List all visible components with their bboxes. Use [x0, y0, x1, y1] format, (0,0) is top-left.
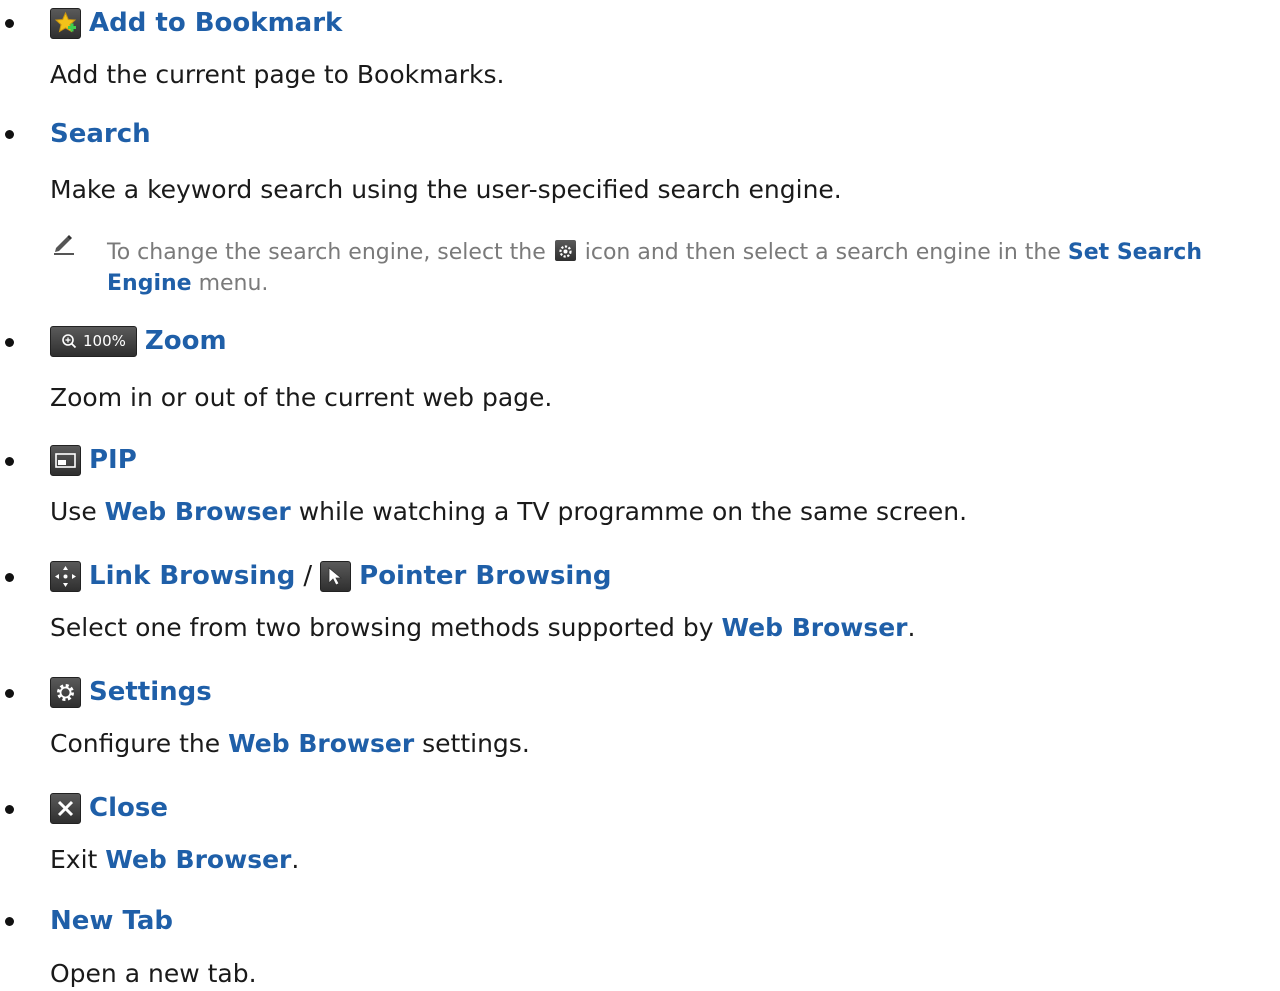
desc-before: Select one from two browsing methods sup… [50, 613, 714, 642]
web-browser-link[interactable]: Web Browser [105, 845, 291, 874]
note-text: To change the search engine, select the … [107, 237, 1277, 299]
item-title[interactable]: Add to Bookmark [89, 5, 342, 41]
item-description: Zoom in or out of the current web page. [50, 383, 553, 412]
pointer-icon[interactable] [320, 560, 352, 592]
bullet [5, 573, 14, 582]
bullet [5, 130, 14, 139]
magnifier-icon [62, 334, 77, 349]
item-description: Open a new tab. [50, 959, 257, 988]
pointer-browsing-title[interactable]: Pointer Browsing [359, 558, 611, 594]
desc-after: while watching a TV programme on the sam… [298, 497, 968, 526]
item-description: Use Web Browser while watching a TV prog… [50, 495, 967, 529]
web-browser-link[interactable]: Web Browser [105, 497, 291, 526]
desc-after: settings. [422, 729, 530, 758]
close-icon[interactable] [50, 792, 81, 824]
desc-before: Use [50, 497, 97, 526]
item-title[interactable]: Search [50, 116, 151, 152]
item-title[interactable]: Settings [89, 674, 212, 710]
note-before: To change the search engine, select the [107, 240, 546, 265]
desc-before: Exit [50, 845, 98, 874]
item-title[interactable]: PIP [89, 442, 137, 478]
bullet [5, 338, 14, 347]
bullet [5, 917, 14, 926]
pip-icon[interactable] [50, 444, 81, 476]
gear-icon[interactable] [50, 676, 81, 708]
desc-before: Configure the [50, 729, 221, 758]
note-end: menu. [198, 271, 269, 296]
web-browser-link[interactable]: Web Browser [228, 729, 414, 758]
bookmark-star-icon[interactable] [50, 7, 81, 39]
zoom-icon[interactable]: 100% [50, 325, 137, 357]
item-description: Add the current page to Bookmarks. [50, 60, 505, 89]
web-browser-link[interactable]: Web Browser [721, 613, 907, 642]
bullet [5, 805, 14, 814]
note-after: icon and then select a search engine in … [584, 240, 1061, 265]
item-description: Exit Web Browser. [50, 843, 299, 877]
separator: / [303, 561, 313, 591]
item-description: Make a keyword search using the user-spe… [50, 175, 842, 204]
desc-after: . [907, 613, 916, 642]
item-description: Configure the Web Browser settings. [50, 727, 530, 761]
item-title[interactable]: New Tab [50, 903, 173, 939]
bullet [5, 689, 14, 698]
item-title[interactable]: Zoom [145, 323, 227, 359]
item-title[interactable]: Close [89, 790, 168, 826]
desc-after: . [291, 845, 300, 874]
item-description: Select one from two browsing methods sup… [50, 611, 915, 645]
gear-icon [554, 240, 576, 261]
bullet [5, 457, 14, 466]
link-browsing-icon[interactable] [50, 560, 81, 592]
pencil-icon [54, 235, 74, 255]
zoom-level: 100% [83, 331, 126, 350]
link-browsing-title[interactable]: Link Browsing [89, 558, 295, 594]
bullet [5, 19, 14, 28]
